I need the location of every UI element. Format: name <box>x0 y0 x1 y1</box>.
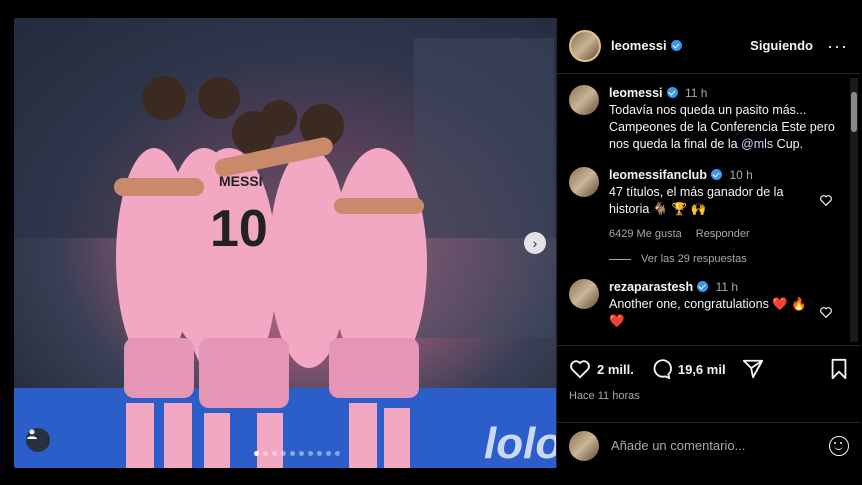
post-sidebar: leomessi Siguiendo ··· leomessi 11 h Tod… <box>556 18 860 468</box>
post-timestamp: Hace 11 horas <box>569 390 640 402</box>
view-replies-button[interactable]: Ver las 29 respuestas <box>609 253 835 265</box>
post-header: leomessi Siguiendo ··· <box>557 18 860 74</box>
jersey-number: 10 <box>210 200 268 258</box>
carousel-dot <box>263 451 268 456</box>
comment-input[interactable]: Añade un comentario... <box>611 438 745 453</box>
commenter-avatar[interactable] <box>569 167 599 197</box>
user-icon <box>27 429 37 439</box>
caption-avatar[interactable] <box>569 85 599 115</box>
comment-time: 11 h <box>715 280 739 294</box>
verified-badge-icon <box>666 87 678 98</box>
verified-badge-icon <box>670 40 682 51</box>
comment-likes[interactable]: 6429 Me gusta <box>609 228 682 240</box>
commenter-username[interactable]: leomessifanclub <box>609 168 707 182</box>
share-send-icon[interactable] <box>742 358 764 380</box>
jersey-name: MESSI <box>219 173 263 189</box>
comment-text: historia 🐐 🏆 🙌 <box>609 202 707 216</box>
carousel-dot <box>308 451 313 456</box>
save-bookmark-icon[interactable] <box>829 358 849 380</box>
emoji-picker-icon[interactable] <box>829 435 849 456</box>
post-modal: lolo MESSI 10 › leomessi Siguiendo ··· l… <box>14 18 860 468</box>
commenter-username[interactable]: rezaparastesh <box>609 280 693 294</box>
carousel-indicator <box>254 451 340 456</box>
author-username[interactable]: leomessi <box>611 38 682 53</box>
comment-text: Another one, congratulations ❤️ 🔥 <box>609 297 807 311</box>
team-celebration-illustration: lolo MESSI 10 <box>14 18 556 468</box>
comment-time: 10 h <box>729 168 753 182</box>
comment-text: ❤️ <box>609 314 625 328</box>
carousel-dot <box>335 451 340 456</box>
post-photo[interactable]: lolo MESSI 10 › <box>14 18 556 468</box>
like-comment-heart-icon[interactable] <box>819 193 833 207</box>
author-avatar[interactable] <box>569 29 601 62</box>
carousel-next-button[interactable]: › <box>524 232 546 254</box>
caption-username[interactable]: leomessi <box>609 86 663 100</box>
carousel-dot <box>272 451 277 456</box>
svg-text:lolo: lolo <box>484 419 556 468</box>
caption: leomessi 11 h Todavía nos queda un pasit… <box>569 85 835 153</box>
current-user-avatar <box>569 430 599 461</box>
like-comment-heart-icon[interactable] <box>819 305 833 319</box>
commenter-avatar[interactable] <box>569 279 599 309</box>
tagged-users-button[interactable] <box>26 428 50 452</box>
comments-list[interactable]: leomessi 11 h Todavía nos queda un pasit… <box>557 75 847 345</box>
carousel-dot <box>254 451 259 456</box>
carousel-dot <box>317 451 322 456</box>
like-heart-icon[interactable] <box>569 358 591 380</box>
carousel-dot <box>290 451 295 456</box>
add-comment-bar: Añade un comentario... <box>557 422 860 468</box>
following-button[interactable]: Siguiendo <box>750 38 813 53</box>
carousel-dot <box>326 451 331 456</box>
mention-link[interactable]: @mls <box>741 137 773 151</box>
more-options-icon[interactable]: ··· <box>827 37 848 55</box>
comment-bubble-icon[interactable] <box>650 358 672 380</box>
comment: leomessifanclub 10 h 47 títulos, el más … <box>569 167 835 243</box>
caption-line: Todavía nos queda un pasito más... <box>609 103 807 117</box>
caption-line: nos queda la final de la @mls Cup. <box>609 137 804 151</box>
likes-count[interactable]: 2 mill. <box>597 362 634 377</box>
reply-button[interactable]: Responder <box>696 228 750 240</box>
chevron-right-icon: › <box>532 235 538 251</box>
scrollbar-thumb[interactable] <box>851 92 857 132</box>
verified-badge-icon <box>697 281 709 292</box>
verified-badge-icon <box>710 169 722 180</box>
post-actions: 2 mill. 19,6 mil Hace 11 horas <box>557 345 860 414</box>
comments-scrollbar[interactable] <box>850 78 858 342</box>
comment: rezaparastesh 11 h Another one, congratu… <box>569 279 835 330</box>
carousel-dot <box>299 451 304 456</box>
caption-line: Campeones de la Conferencia Este pero <box>609 120 835 134</box>
caption-time: 11 h <box>685 86 708 100</box>
comments-count[interactable]: 19,6 mil <box>678 362 726 377</box>
comment-text: 47 títulos, el más ganador de la <box>609 185 784 199</box>
carousel-dot <box>281 451 286 456</box>
